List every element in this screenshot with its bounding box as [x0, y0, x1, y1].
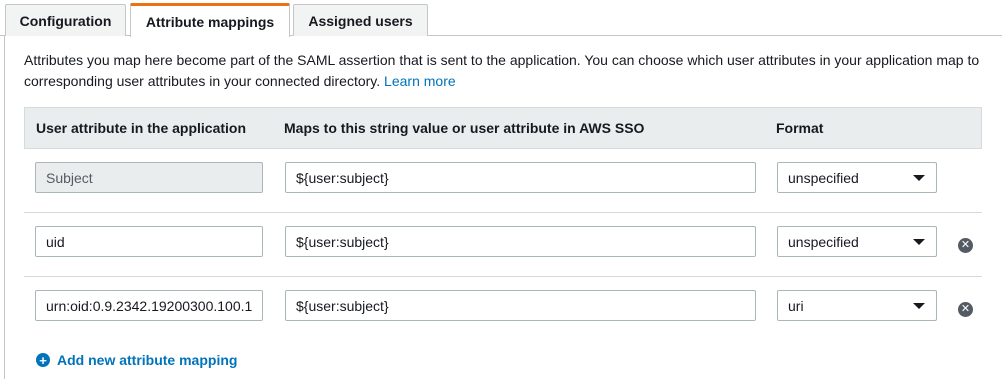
- attribute-input[interactable]: uid: [35, 226, 263, 257]
- format-select-value: unspecified: [788, 169, 859, 186]
- caret-down-icon: [913, 239, 925, 245]
- add-attribute-mapping-button[interactable]: + Add new attribute mapping: [36, 352, 237, 368]
- attribute-input-subject: Subject: [35, 162, 263, 193]
- tab-configuration[interactable]: Configuration: [5, 4, 126, 36]
- description-text: Attributes you map here become part of t…: [24, 52, 980, 89]
- table-header: User attribute in the application Maps t…: [24, 107, 982, 149]
- attribute-input[interactable]: urn:oid:0.9.2342.19200300.100.1: [35, 290, 263, 321]
- row-divider: [24, 276, 982, 277]
- tab-assigned-users[interactable]: Assigned users: [293, 4, 428, 36]
- maps-to-input[interactable]: ${user:subject}: [285, 226, 756, 257]
- plus-circle-icon: +: [36, 353, 50, 367]
- caret-down-icon: [913, 175, 925, 181]
- tab-bar: Configuration Attribute mappings Assigne…: [0, 0, 1002, 37]
- tab-attribute-mappings[interactable]: Attribute mappings: [130, 3, 290, 37]
- column-header-user-attribute: User attribute in the application: [36, 120, 247, 136]
- maps-to-input[interactable]: ${user:subject}: [285, 162, 756, 193]
- column-header-maps-to: Maps to this string value or user attrib…: [284, 120, 645, 136]
- maps-to-input[interactable]: ${user:subject}: [285, 290, 756, 321]
- format-select-value: uri: [788, 297, 804, 314]
- column-header-format: Format: [776, 120, 824, 136]
- caret-down-icon: [913, 303, 925, 309]
- format-select[interactable]: unspecified: [777, 226, 937, 257]
- format-select[interactable]: uri: [777, 290, 937, 321]
- format-select[interactable]: unspecified: [777, 162, 937, 193]
- learn-more-link[interactable]: Learn more: [384, 73, 456, 89]
- description: Attributes you map here become part of t…: [24, 50, 989, 92]
- row-divider: [24, 212, 982, 213]
- format-select-value: unspecified: [788, 233, 859, 250]
- close-circle-icon[interactable]: ✕: [958, 238, 973, 253]
- add-attribute-mapping-label: Add new attribute mapping: [57, 352, 238, 368]
- close-circle-icon[interactable]: ✕: [958, 302, 973, 317]
